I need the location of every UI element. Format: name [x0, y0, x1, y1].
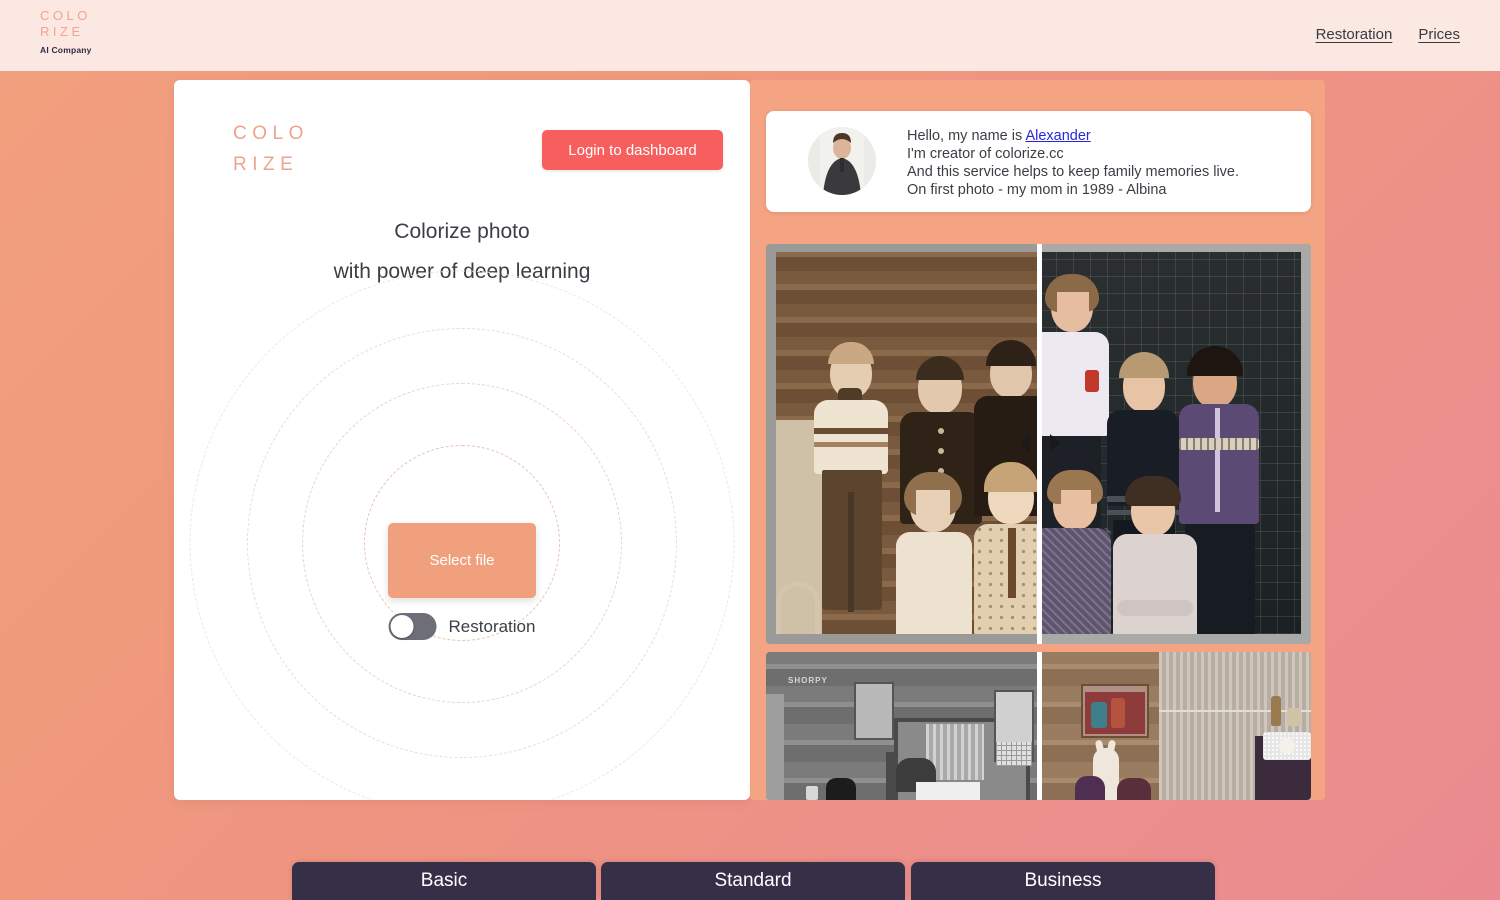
- file-dropzone[interactable]: Select file Restoration: [174, 270, 750, 800]
- nav-link-restoration[interactable]: Restoration: [1316, 26, 1393, 43]
- pricing-card-business[interactable]: Business: [911, 862, 1215, 900]
- arrow-right-icon: [1050, 434, 1060, 452]
- pricing-section: Basic Standard Business: [0, 862, 1500, 900]
- site-brand: COLO RIZE AI Company: [40, 8, 92, 55]
- testimonial-line-4: On first photo - my mom in 1989 - Albina: [907, 182, 1167, 198]
- testimonial-line-3: And this service helps to keep family me…: [907, 164, 1240, 180]
- comparison-slider-class-photo[interactable]: [766, 244, 1311, 644]
- select-file-button[interactable]: Select file: [388, 523, 536, 598]
- pricing-card-title: Basic: [420, 870, 468, 891]
- avatar: [808, 127, 876, 195]
- photo-content: [1039, 252, 1301, 634]
- site-header: COLO RIZE AI Company Restoration Prices: [0, 0, 1500, 71]
- arrow-left-icon: [1020, 434, 1030, 452]
- headline-line-1: Colorize photo: [394, 220, 530, 243]
- restoration-toggle-label: Restoration: [448, 616, 536, 636]
- colorized-room-photo: [1039, 652, 1311, 800]
- comparison-colorized-half: [1039, 652, 1311, 800]
- photo-content: [776, 252, 1039, 634]
- comparison-slider-room-photo[interactable]: SHORPY: [766, 652, 1311, 800]
- login-to-dashboard-button[interactable]: Login to dashboard: [542, 130, 723, 170]
- restoration-toggle[interactable]: [388, 613, 437, 640]
- testimonial-line-2: I'm creator of colorize.cc: [907, 146, 1064, 162]
- card-logo-line1: COLO: [233, 123, 309, 144]
- site-nav: Restoration Prices: [1316, 26, 1460, 43]
- alexander-link[interactable]: Alexander: [1025, 128, 1090, 144]
- colorized-class-photo: [1039, 244, 1311, 644]
- upload-card: COLO RIZE Login to dashboard Colorize ph…: [174, 80, 750, 800]
- site-brand-line2: RIZE: [40, 24, 84, 39]
- avatar-illustration: [808, 127, 876, 195]
- comparison-original-half: SHORPY: [766, 652, 1039, 800]
- pricing-card-title: Business: [1024, 870, 1102, 891]
- testimonial-line-1: Hello, my name is Alexander: [907, 127, 1299, 145]
- pricing-card-title: Standard: [714, 870, 792, 891]
- pricing-card-standard[interactable]: Standard: [601, 862, 905, 900]
- comparison-drag-handle[interactable]: [1020, 434, 1060, 454]
- original-room-photo: SHORPY: [766, 652, 1039, 800]
- original-class-photo: [766, 244, 1039, 644]
- restoration-toggle-row: Restoration: [388, 613, 536, 640]
- card-logo: COLO RIZE: [233, 118, 309, 180]
- site-brand-tagline: AI Company: [40, 45, 92, 55]
- nav-link-prices[interactable]: Prices: [1418, 26, 1460, 43]
- toggle-knob: [390, 615, 414, 638]
- comparison-original-half: [766, 244, 1039, 644]
- site-brand-logo: COLO RIZE: [40, 8, 92, 40]
- card-logo-line2: RIZE: [233, 154, 299, 175]
- testimonial-text: Hello, my name is Alexander I'm creator …: [907, 127, 1299, 199]
- showcase-panel: Hello, my name is Alexander I'm creator …: [750, 80, 1325, 800]
- site-brand-line1: COLO: [40, 8, 91, 23]
- comparison-divider[interactable]: [1037, 652, 1042, 800]
- testimonial-card: Hello, my name is Alexander I'm creator …: [766, 111, 1311, 212]
- pricing-card-basic[interactable]: Basic: [292, 862, 596, 900]
- page-root: COLO RIZE AI Company Restoration Prices …: [0, 0, 1500, 900]
- shorpy-watermark: SHORPY: [788, 676, 828, 685]
- comparison-colorized-half: [1039, 244, 1311, 644]
- testimonial-line-1-prefix: Hello, my name is: [907, 128, 1026, 144]
